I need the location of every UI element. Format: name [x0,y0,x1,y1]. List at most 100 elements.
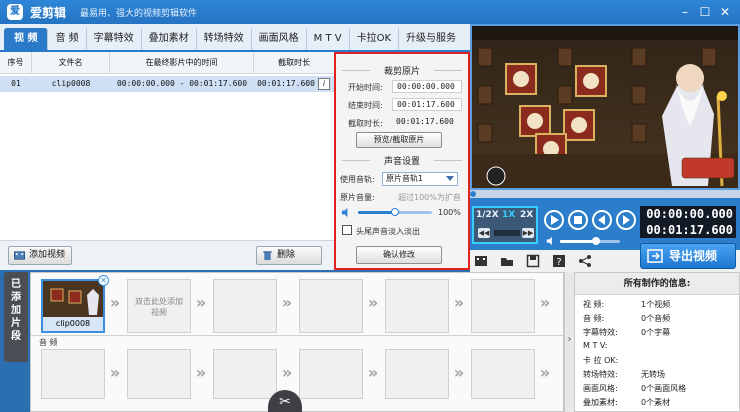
empty-audio-slot[interactable] [299,349,363,399]
audio-track-select[interactable]: 原片音轨1 [382,172,458,186]
volume-slider-knob[interactable] [391,208,399,216]
total-time: 00:01:17.600 [640,222,736,238]
tab-audio[interactable]: 音 频 [48,28,87,50]
header-time-range: 在最终影片中的时间 [110,52,254,73]
timeline-panel: clip0008 ✕ » 双击此处添加视频 » » » » » 音 频 » » … [30,272,564,412]
row-filename: clip0008 [51,79,91,88]
share-icon[interactable] [578,254,592,268]
tab-karaoke[interactable]: 卡拉OK [350,28,400,50]
clip-thumbnail-image [43,281,103,317]
volume-slider-fill [358,211,395,214]
speaker-icon[interactable] [546,236,556,246]
info-row: 叠加素材: 0个素材 [583,397,733,408]
empty-audio-slot[interactable] [385,349,449,399]
speed-half[interactable]: 1/2X [476,210,499,220]
stop-button[interactable] [568,210,588,230]
info-row: 字幕特效: 0个字幕 [583,327,733,338]
tab-mtv[interactable]: M T V [307,28,350,50]
added-clips-tab[interactable]: 已添加片段 [4,272,28,362]
tab-transitions[interactable]: 转场特效 [197,28,252,50]
export-video-label: 导出视频 [669,249,718,263]
clip-name: clip0008 [43,317,103,331]
duration-value: 00:01:17.600 [396,117,454,126]
info-key: 叠加素材: [583,398,618,407]
save-icon[interactable] [526,254,540,268]
empty-clip-slot[interactable] [299,279,363,333]
empty-clip-slot[interactable] [385,279,449,333]
tab-overlay[interactable]: 叠加素材 [142,28,197,50]
info-row: 卡 拉 OK: [583,355,733,366]
duration-label: 截取时长: [348,119,383,128]
empty-clip-slot[interactable] [213,279,277,333]
tab-subtitle-effects[interactable]: 字幕特效 [87,28,142,50]
info-key: 音 频: [583,314,605,323]
header-index: 序号 [0,52,32,73]
info-value: 1个视频 [641,300,671,309]
folder-icon[interactable] [500,254,514,268]
start-time-field[interactable]: 00:00:00.000 [392,80,462,93]
empty-audio-slot[interactable] [41,349,105,399]
expand-panel-button[interactable]: › [564,272,574,412]
timeline-clip[interactable]: clip0008 ✕ [41,275,109,333]
empty-audio-slot[interactable] [471,349,535,399]
empty-audio-slot[interactable] [213,349,277,399]
add-video-button[interactable]: 添加视频 [8,246,73,265]
table-row[interactable]: 01 clip0008 00:00:00.000 - 00:01:17.600 … [0,76,334,92]
info-value: 无转场 [641,370,665,379]
delete-button[interactable]: 删除 [256,246,322,265]
project-info-panel: 所有制作的信息: 视 频: 1个视频 音 频: 0个音频 字幕特效: 0个字幕 M T… [574,272,740,412]
speed-double[interactable]: 2X [520,210,533,220]
help-icon[interactable]: ? [552,254,566,268]
info-icon[interactable]: i [318,78,330,90]
prev-frame-button[interactable] [592,210,612,230]
next-frame-button[interactable] [616,210,636,230]
tab-upgrade[interactable]: 升级与服务 [399,28,463,50]
maximize-button[interactable]: ☐ [696,3,714,21]
step-back-icon [598,215,605,225]
export-video-button[interactable]: 导出视频 [640,243,736,269]
transition-arrow-icon: » [453,293,465,312]
transition-arrow-icon: » [195,363,207,382]
chevron-down-icon [446,176,454,181]
add-video-slot[interactable]: 双击此处添加视频 [127,279,191,333]
film-icon[interactable] [474,254,488,268]
end-time-field[interactable]: 00:01:17.600 [392,98,462,111]
app-slogan: 最易用、强大的视频剪辑软件 [80,9,198,19]
row-index: 01 [11,79,21,88]
add-video-label: 添加视频 [29,250,66,260]
volume-hint: 超过100%为扩音 [398,193,461,202]
fast-forward-icon[interactable]: ▶▶ [522,228,534,238]
info-key: 画面风格: [583,384,618,393]
info-key: 卡 拉 OK: [583,356,619,365]
volume-value: 100% [438,208,461,217]
tab-styles[interactable]: 画面风格 [252,28,307,50]
minimize-button[interactable]: – [676,3,694,21]
preview-cut-button[interactable]: 预览/截取原片 [356,132,442,148]
confirm-edit-button[interactable]: 确认修改 [356,246,442,264]
playback-progress-bar[interactable] [470,190,740,198]
info-value: 0个字幕 [641,328,671,337]
speed-normal[interactable]: 1X [502,210,515,220]
volume-slider[interactable] [358,208,432,216]
play-button[interactable] [544,210,564,230]
fade-checkbox[interactable] [342,225,352,235]
info-key: 视 频: [583,300,605,309]
close-button[interactable]: ✕ [716,3,734,21]
clip-table-header: 序号 文件名 在最终影片中的时间 截取时长 [0,52,334,74]
rewind-icon[interactable]: ◀◀ [478,228,490,238]
info-row: M T V: [583,341,733,350]
transition-arrow-icon: » [539,293,551,312]
video-frame-image [472,26,738,188]
empty-audio-slot[interactable] [127,349,191,399]
player-volume-knob[interactable] [592,237,600,245]
volume-label: 原片音量: [340,193,375,202]
progress-knob[interactable] [470,191,476,197]
empty-clip-slot[interactable] [471,279,535,333]
remove-clip-icon[interactable]: ✕ [98,275,109,286]
tab-video[interactable]: 视 频 [4,28,49,50]
current-time: 00:00:00.000 [640,206,736,222]
transition-arrow-icon: » [281,293,293,312]
export-icon [647,249,663,263]
app-logo-icon: 爱 [7,4,23,20]
player-volume-slider[interactable] [560,237,620,245]
